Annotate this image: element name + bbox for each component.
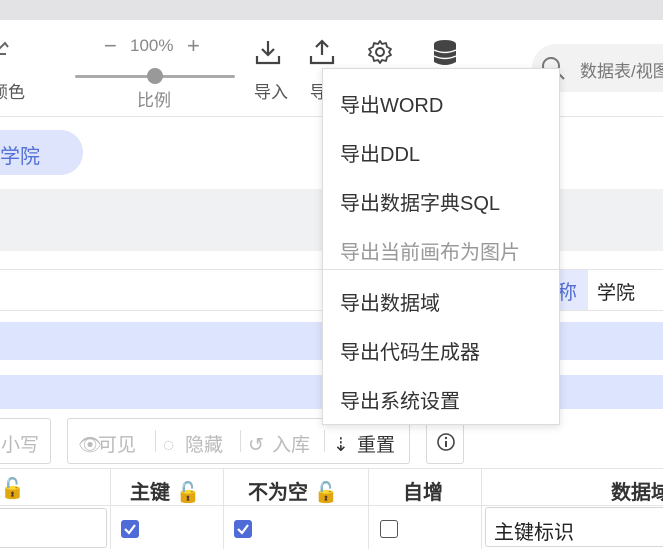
- zoom-in-button[interactable]: +: [187, 33, 200, 59]
- store-button[interactable]: ↺ 入库: [248, 430, 310, 457]
- paint-icon: [0, 41, 9, 55]
- tab-label: 学院: [0, 146, 40, 168]
- menu-divider: [323, 269, 559, 270]
- sort-icon: ⇣: [333, 435, 349, 456]
- menu-item-export-domains[interactable]: 导出数据域: [340, 287, 440, 316]
- eye-slash-icon: ◌: [163, 435, 175, 456]
- domain-select[interactable]: 主键标识: [485, 507, 663, 547]
- visible-button[interactable]: 👁可见: [78, 430, 136, 457]
- lowercase-button[interactable]: 小写: [0, 418, 51, 464]
- info-icon: [437, 433, 455, 451]
- divider: [240, 430, 241, 452]
- field-name-input[interactable]: [0, 508, 107, 548]
- zoom-control: − 100% +: [100, 33, 210, 59]
- not-null-checkbox[interactable]: [234, 520, 252, 538]
- menu-item-export-canvas-image: 导出当前画布为图片: [340, 242, 520, 264]
- database-button[interactable]: [431, 38, 459, 68]
- primary-key-checkbox[interactable]: [121, 520, 139, 538]
- check-icon: [124, 524, 136, 535]
- entity-name-field[interactable]: 学院: [597, 278, 635, 305]
- eye-icon: 👁: [78, 435, 103, 456]
- menu-item-export-settings[interactable]: 导出系统设置: [340, 385, 460, 414]
- domain-value: 主键标识: [494, 522, 574, 544]
- column-divider: [368, 468, 369, 549]
- menu-item-export-word[interactable]: 导出WORD: [340, 89, 443, 118]
- tab-college[interactable]: 学院: [0, 130, 83, 175]
- database-icon: [433, 40, 457, 65]
- auto-increment-checkbox[interactable]: [380, 520, 398, 538]
- export-button[interactable]: [308, 38, 336, 66]
- header-auto-increment: 自增: [403, 482, 443, 504]
- menu-item-export-dictionary-sql[interactable]: 导出数据字典SQL: [340, 187, 500, 216]
- upload-icon: [309, 39, 335, 65]
- menu-item-export-ddl[interactable]: 导出DDL: [340, 138, 420, 167]
- menu-item-export-codegen[interactable]: 导出代码生成器: [340, 336, 480, 365]
- gear-icon: [368, 40, 392, 64]
- zoom-out-button[interactable]: −: [104, 33, 117, 59]
- lock-icon[interactable]: 🔓: [0, 476, 25, 501]
- download-icon: [255, 41, 281, 65]
- column-divider: [481, 468, 482, 549]
- lock-icon[interactable]: 🔓: [308, 482, 339, 504]
- export-dropdown-menu: 导出WORD 导出DDL 导出数据字典SQL 导出当前画布为图片 导出数据域 导…: [322, 68, 560, 425]
- import-button[interactable]: [254, 38, 282, 66]
- settings-button[interactable]: [366, 38, 394, 66]
- hide-button[interactable]: ◌ 隐藏: [163, 430, 223, 457]
- check-icon: [237, 524, 249, 535]
- divider: [324, 430, 325, 452]
- column-divider: [223, 468, 224, 549]
- zoom-value: 100%: [130, 36, 174, 55]
- search-input[interactable]: 数据表/视图: [580, 57, 663, 82]
- divider: [155, 430, 156, 452]
- header-not-null[interactable]: 不为空 🔓: [248, 476, 338, 505]
- reset-button[interactable]: ⇣ 重置: [333, 430, 395, 457]
- column-divider: [110, 468, 111, 549]
- window-titlebar: [0, 0, 663, 20]
- header-primary-key[interactable]: 主键 🔓: [130, 476, 200, 505]
- undo-icon: ↺: [248, 435, 264, 456]
- zoom-slider-thumb[interactable]: [147, 68, 163, 84]
- header-domain: 数据域: [611, 482, 663, 504]
- color-tool[interactable]: [0, 40, 10, 60]
- lock-icon[interactable]: 🔓: [170, 482, 201, 504]
